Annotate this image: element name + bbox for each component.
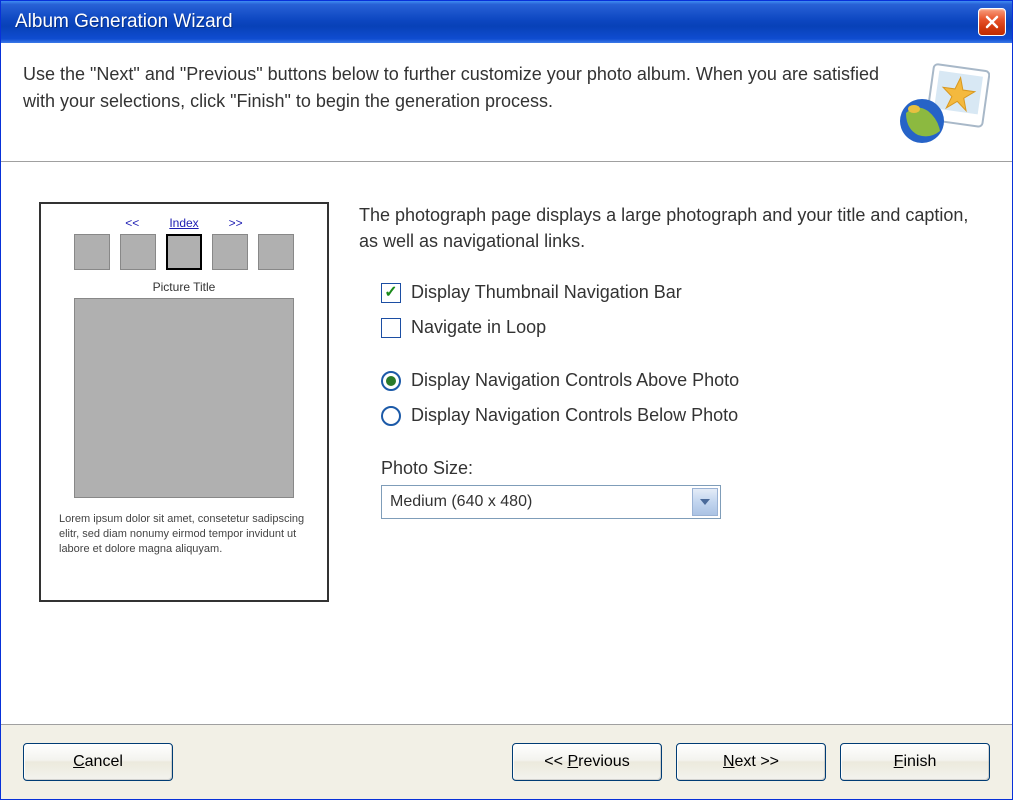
- label-thumbnail-nav: Display Thumbnail Navigation Bar: [411, 282, 682, 303]
- option-thumbnail-nav[interactable]: Display Thumbnail Navigation Bar: [381, 282, 974, 303]
- wizard-icon: [900, 61, 990, 147]
- checkbox-navigate-loop[interactable]: [381, 318, 401, 338]
- preview-nav-prev: <<: [125, 216, 139, 230]
- chevron-down-icon: [699, 498, 711, 506]
- preview-caption: Lorem ipsum dolor sit amet, consetetur s…: [55, 512, 313, 557]
- close-icon: [984, 14, 1000, 30]
- label-navigate-loop: Navigate in Loop: [411, 317, 546, 338]
- preview-thumb: [120, 234, 156, 270]
- cancel-button[interactable]: Cancel: [23, 743, 173, 781]
- page-description: The photograph page displays a large pho…: [359, 202, 974, 254]
- preview-large-image: [74, 298, 294, 498]
- header-area: Use the "Next" and "Previous" buttons be…: [1, 43, 1012, 162]
- preview-nav-next: >>: [229, 216, 243, 230]
- window-title: Album Generation Wizard: [15, 11, 233, 33]
- preview-picture-title: Picture Title: [153, 280, 216, 294]
- select-arrow[interactable]: [692, 488, 718, 516]
- preview-pane: << Index >> Picture Title Lorem ipsum do…: [39, 202, 329, 602]
- header-instructions: Use the "Next" and "Previous" buttons be…: [23, 61, 888, 115]
- finish-button[interactable]: Finish: [840, 743, 990, 781]
- next-button[interactable]: Next >>: [676, 743, 826, 781]
- titlebar: Album Generation Wizard: [1, 1, 1012, 43]
- radio-nav-above[interactable]: [381, 371, 401, 391]
- wizard-window: Album Generation Wizard Use the "Next" a…: [0, 0, 1013, 800]
- photo-size-value: Medium (640 x 480): [390, 493, 532, 511]
- preview-thumb: [258, 234, 294, 270]
- preview-thumb-selected: [166, 234, 202, 270]
- footer-area: Cancel << Previous Next >> Finish: [1, 724, 1012, 799]
- option-navigate-loop[interactable]: Navigate in Loop: [381, 317, 974, 338]
- options-column: The photograph page displays a large pho…: [359, 202, 974, 704]
- label-nav-below: Display Navigation Controls Below Photo: [411, 405, 738, 426]
- label-nav-above: Display Navigation Controls Above Photo: [411, 370, 739, 391]
- body-area: << Index >> Picture Title Lorem ipsum do…: [1, 162, 1012, 724]
- preview-nav-index: Index: [169, 216, 198, 230]
- option-nav-above[interactable]: Display Navigation Controls Above Photo: [381, 370, 974, 391]
- previous-button[interactable]: << Previous: [512, 743, 662, 781]
- checkbox-thumbnail-nav[interactable]: [381, 283, 401, 303]
- photo-size-label: Photo Size:: [381, 458, 974, 479]
- photo-size-select[interactable]: Medium (640 x 480): [381, 485, 721, 519]
- close-button[interactable]: [978, 8, 1006, 36]
- radio-nav-below[interactable]: [381, 406, 401, 426]
- preview-thumb: [212, 234, 248, 270]
- preview-thumb: [74, 234, 110, 270]
- preview-nav-row: << Index >>: [125, 216, 242, 230]
- preview-thumbs: [74, 234, 294, 270]
- option-nav-below[interactable]: Display Navigation Controls Below Photo: [381, 405, 974, 426]
